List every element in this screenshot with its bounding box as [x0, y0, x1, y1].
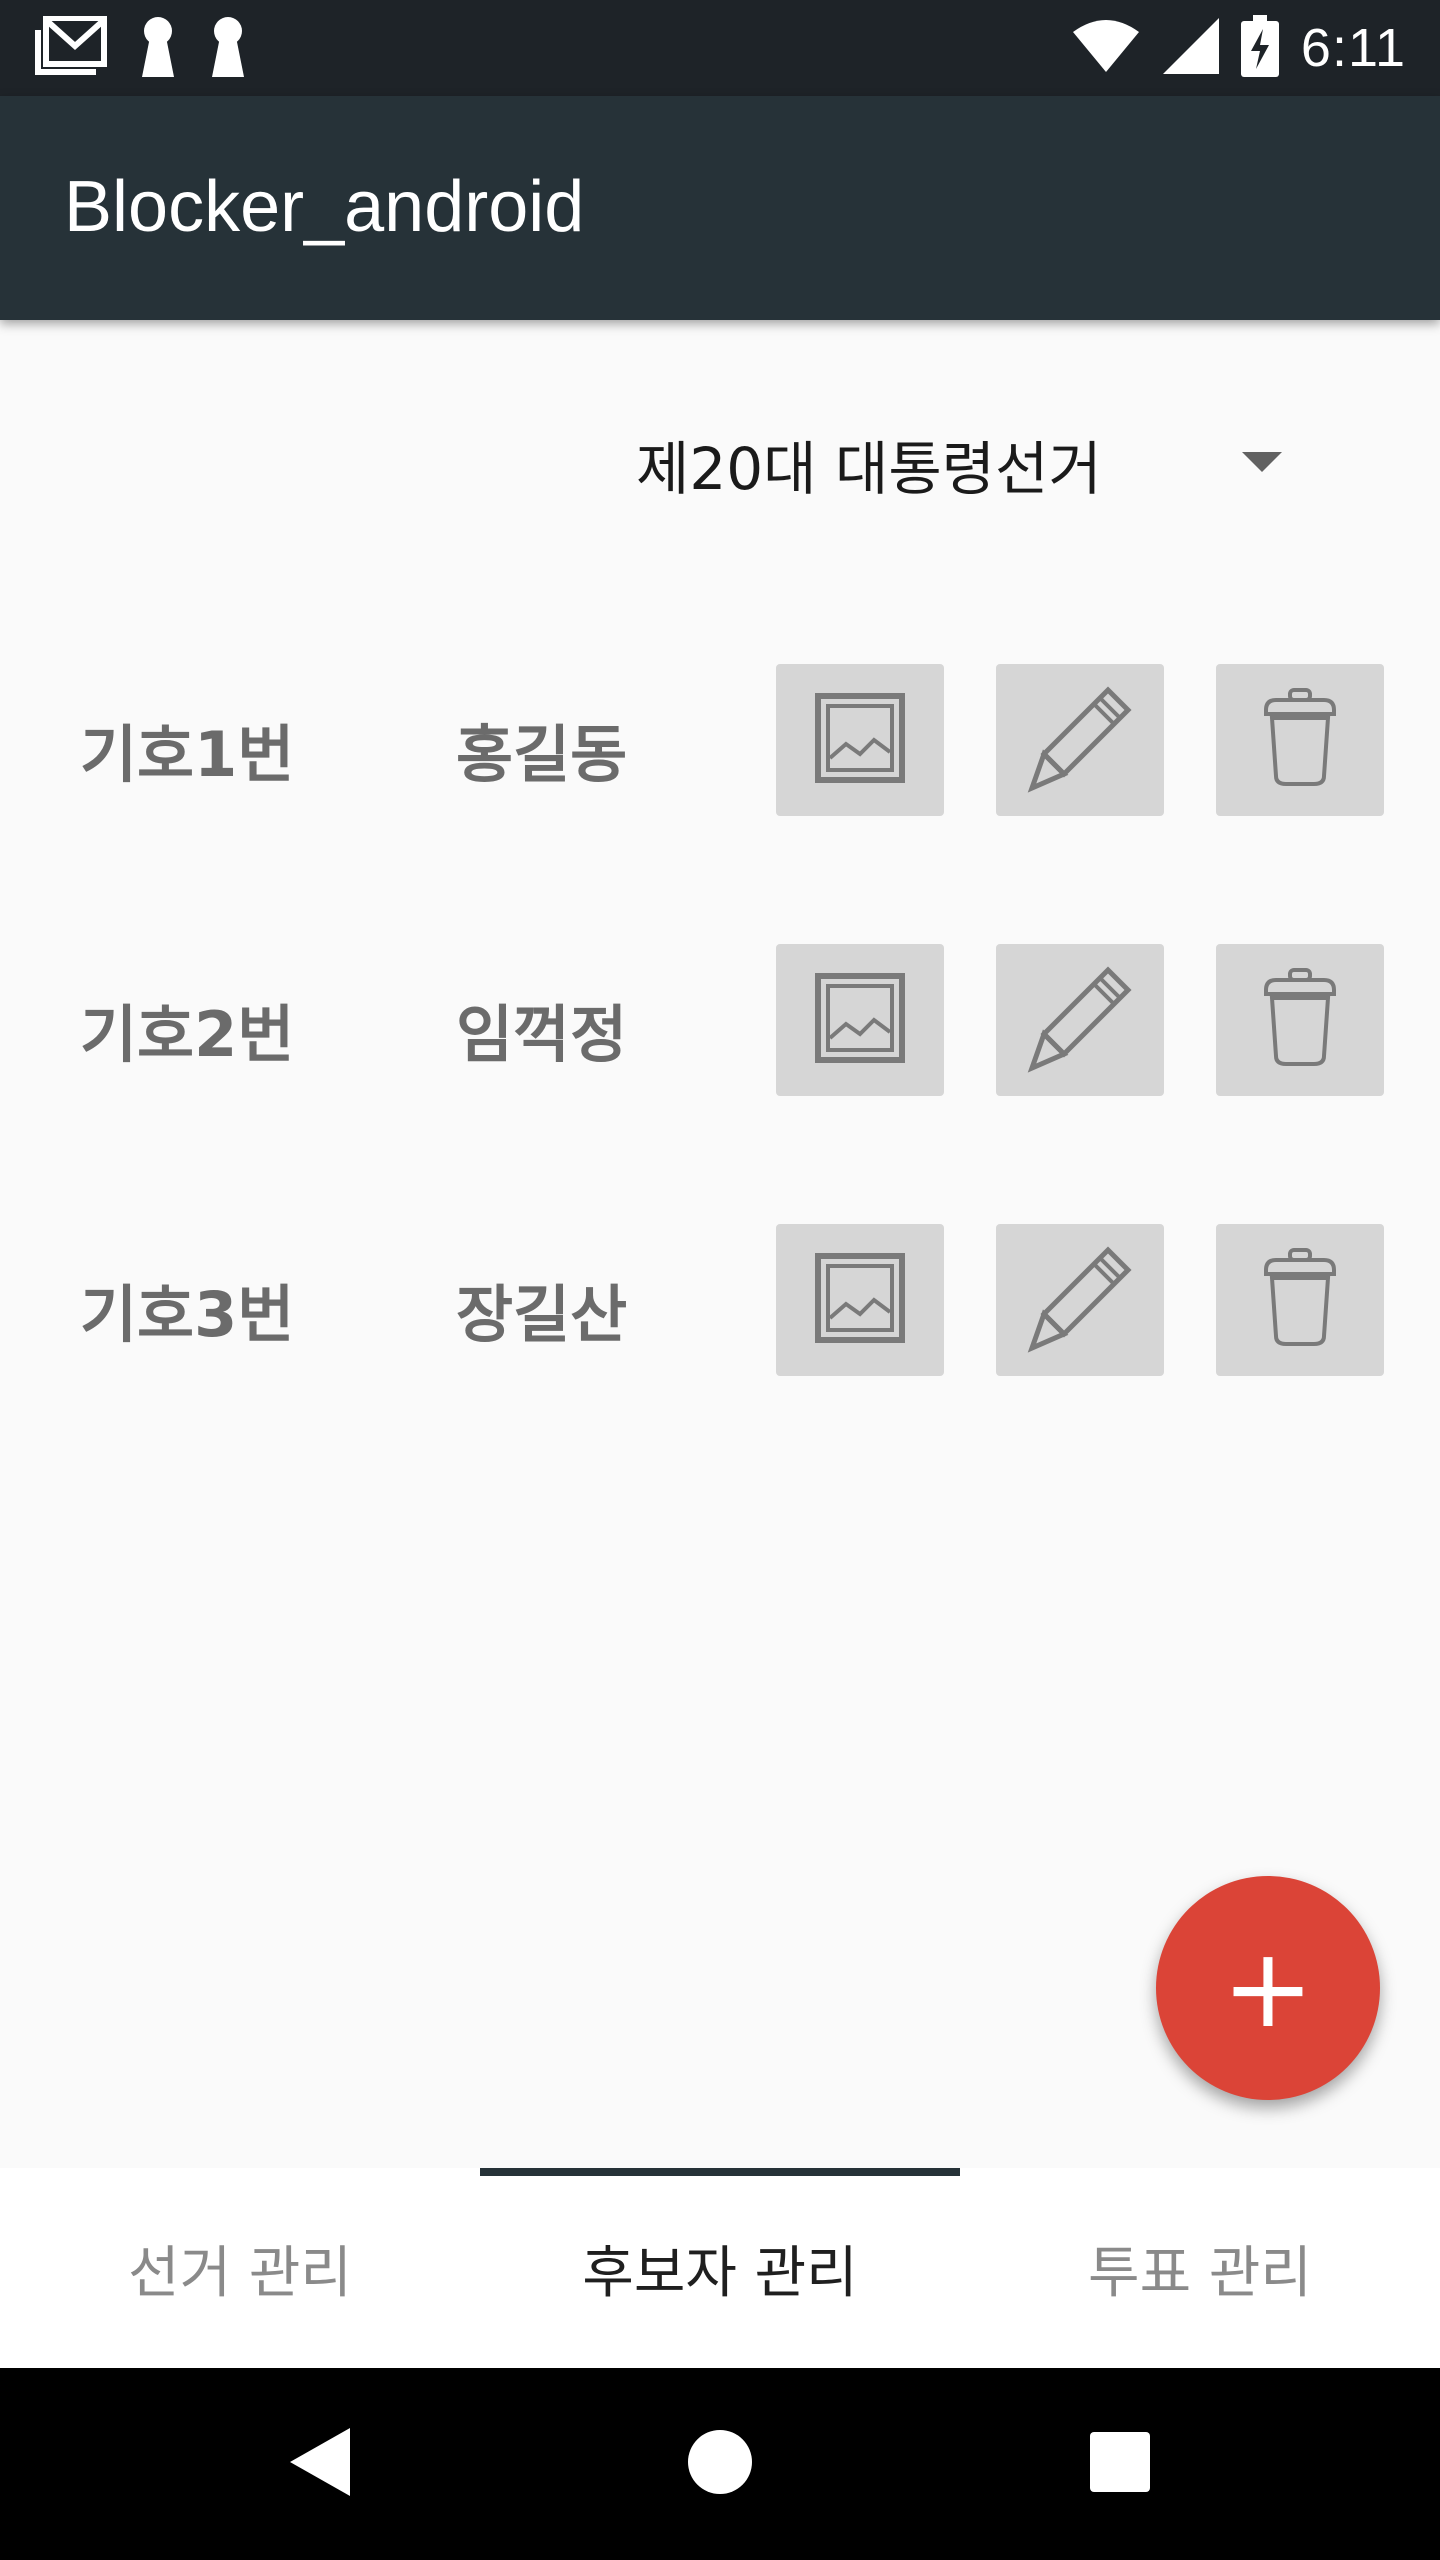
keyhole-icon [138, 15, 178, 81]
back-icon [288, 2426, 352, 2502]
tab-vote-management[interactable]: 투표 관리 [960, 2168, 1440, 2368]
signal-icon [1162, 18, 1219, 78]
dropdown-arrow-icon [1242, 452, 1282, 472]
status-bar: 6:11 [0, 0, 1440, 96]
candidate-name: 장길산 [456, 1278, 628, 1351]
tab-label: 투표 관리 [1088, 2240, 1312, 2306]
candidate-name: 임꺽정 [456, 998, 628, 1071]
gmail-icon [34, 15, 108, 80]
add-candidate-fab[interactable]: + [1156, 1876, 1380, 2100]
candidate-delete-button[interactable] [1216, 944, 1384, 1096]
trash-icon [1260, 688, 1340, 792]
image-icon [814, 972, 906, 1068]
trash-icon [1260, 968, 1340, 1072]
status-notifications [34, 15, 248, 81]
election-spinner-value: 제20대 대통령선거 [636, 435, 1102, 503]
pencil-icon [1024, 682, 1136, 798]
home-icon [687, 2429, 753, 2499]
tab-label: 선거 관리 [128, 2240, 352, 2306]
status-time: 6:11 [1300, 18, 1406, 78]
candidate-row: 기호2번 임꺽정 [0, 944, 1440, 1096]
wifi-icon [1071, 18, 1141, 78]
keyhole-icon [208, 15, 248, 81]
candidate-edit-button[interactable] [996, 1224, 1164, 1376]
candidate-image-button[interactable] [776, 944, 944, 1096]
candidate-image-button[interactable] [776, 664, 944, 816]
candidate-name: 홍길동 [456, 718, 628, 791]
tab-label: 후보자 관리 [582, 2240, 858, 2306]
candidate-row: 기호3번 장길산 [0, 1224, 1440, 1376]
pencil-icon [1024, 1242, 1136, 1358]
candidate-delete-button[interactable] [1216, 664, 1384, 816]
candidate-image-button[interactable] [776, 1224, 944, 1376]
image-icon [814, 692, 906, 788]
candidate-number: 기호2번 [80, 998, 295, 1071]
back-button[interactable] [220, 2368, 420, 2560]
battery-charging-icon [1240, 15, 1279, 81]
trash-icon [1260, 1248, 1340, 1352]
tab-election-management[interactable]: 선거 관리 [0, 2168, 480, 2368]
election-spinner[interactable]: 제20대 대통령선거 [620, 400, 1320, 520]
candidate-number: 기호3번 [80, 1278, 295, 1351]
home-button[interactable] [620, 2368, 820, 2560]
app-title: Blocker_android [64, 167, 585, 247]
plus-icon: + [1221, 1924, 1315, 2052]
pencil-icon [1024, 962, 1136, 1078]
recents-icon [1089, 2431, 1151, 2497]
candidate-edit-button[interactable] [996, 944, 1164, 1096]
candidate-edit-button[interactable] [996, 664, 1164, 816]
image-icon [814, 1252, 906, 1348]
recents-button[interactable] [1020, 2368, 1220, 2560]
candidate-number: 기호1번 [80, 718, 295, 791]
candidate-row: 기호1번 홍길동 [0, 664, 1440, 816]
candidate-delete-button[interactable] [1216, 1224, 1384, 1376]
tab-bar: 선거 관리 후보자 관리 투표 관리 [0, 2168, 1440, 2368]
navigation-bar [0, 2368, 1440, 2560]
app-bar: Blocker_android [0, 96, 1440, 320]
status-system: 6:11 [1071, 15, 1406, 81]
tab-candidate-management[interactable]: 후보자 관리 [480, 2168, 960, 2368]
